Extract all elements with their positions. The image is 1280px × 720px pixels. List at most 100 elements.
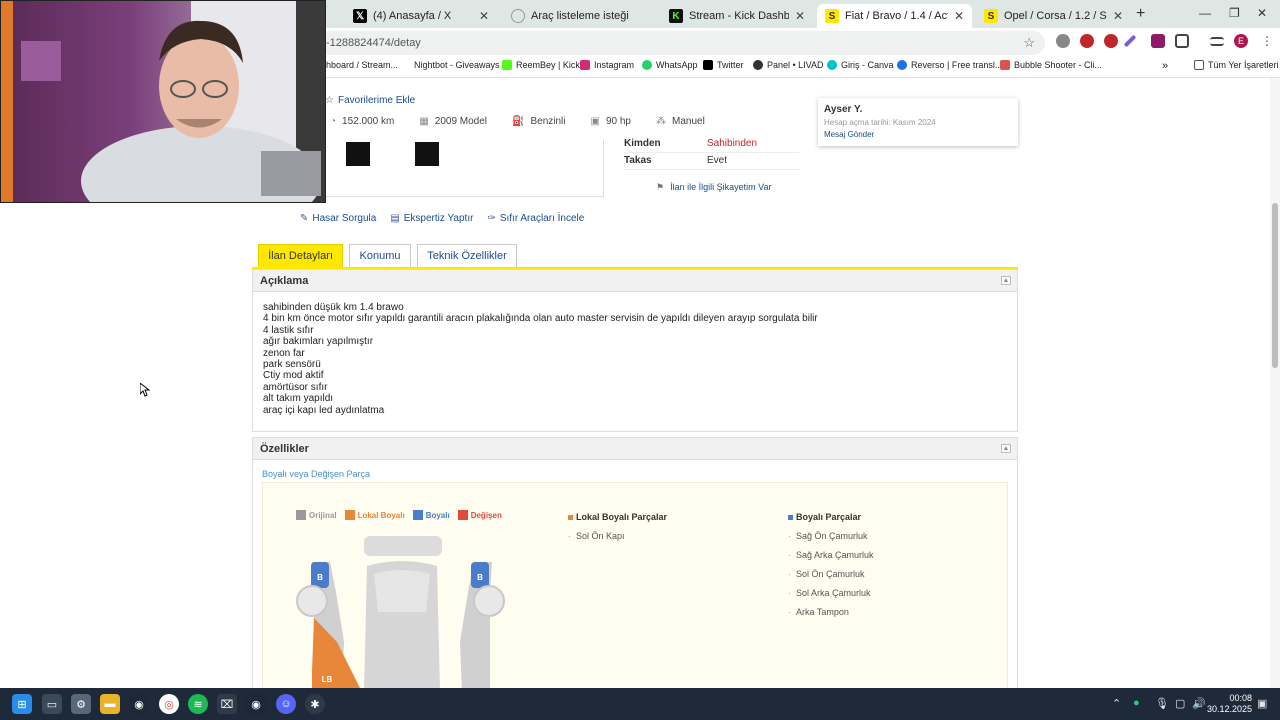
file-explorer-icon[interactable]: ▬: [100, 694, 120, 714]
bookmark-item[interactable]: ReemBey | Kick: [502, 60, 580, 70]
extension-adblock-icon[interactable]: [1080, 34, 1094, 48]
chrome-icon[interactable]: ◎: [159, 694, 179, 714]
clock[interactable]: 00:08 30.12.2025: [1207, 693, 1252, 715]
favorite-link[interactable]: ☆ Favorilerime Ekle: [325, 95, 415, 106]
extension-app-icon[interactable]: [1151, 34, 1165, 48]
info-row-trade: Takas Evet: [624, 155, 799, 170]
seller-join-date: Hesap açma tarihi: Kasım 2024: [824, 118, 936, 127]
address-bar[interactable]: -1288824474/detay ☆: [300, 31, 1045, 55]
swatch: [344, 510, 355, 520]
tab-x[interactable]: 𝕏 (4) Anasayfa / X ✕: [345, 4, 497, 28]
canva-icon: [827, 60, 837, 70]
tab-opel-corsa[interactable]: S Opel / Corsa / 1.2 / Silverline / ✕: [976, 4, 1131, 28]
close-icon[interactable]: ✕: [1113, 9, 1123, 23]
profile-avatar[interactable]: E: [1234, 34, 1248, 48]
extension-adblock2-icon[interactable]: [1104, 34, 1118, 48]
collapse-icon[interactable]: ▴: [1001, 276, 1011, 285]
scrollbar-thumb[interactable]: [1272, 203, 1278, 368]
minimize-button[interactable]: —: [1199, 6, 1211, 20]
bookmark-item[interactable]: Nightbot - Giveaways: [414, 60, 500, 70]
menu-icon[interactable]: ⋮: [1260, 34, 1274, 48]
spec-gear: ⁂ Manuel: [656, 116, 705, 127]
tab-kick-dashboard[interactable]: K Stream - Kick Dashboard ✕: [661, 4, 813, 28]
more-bookmarks-icon[interactable]: »: [1162, 60, 1168, 72]
extensions-puzzle-icon[interactable]: [1175, 34, 1189, 48]
steam2-icon[interactable]: ◉: [246, 694, 266, 714]
bookmark-item[interactable]: hboard / Stream...: [326, 60, 398, 70]
local-painted-heading: Lokal Boyalı Parçalar: [568, 512, 667, 522]
webcam-overlay: [0, 0, 326, 203]
close-icon[interactable]: ✕: [479, 9, 489, 23]
description-text: sahibinden düşük km 1.4 brawo 4 bin km ö…: [263, 302, 818, 416]
steam-icon[interactable]: ◉: [129, 694, 149, 714]
tray-chevron-icon[interactable]: ⌃: [1112, 697, 1121, 710]
settings-icon[interactable]: ⚙: [71, 694, 91, 714]
collapse-icon[interactable]: ▴: [1001, 444, 1011, 453]
bookmark-item[interactable]: Instagram: [580, 60, 634, 70]
bookmark-item[interactable]: WhatsApp: [642, 60, 698, 70]
tab-location[interactable]: Konumu: [349, 244, 411, 267]
list-item: Sol Arka Çamurluk: [788, 588, 874, 598]
send-message-link[interactable]: Mesaj Gönder: [824, 130, 1012, 139]
bookmark-item[interactable]: Giriş - Canva: [827, 60, 894, 70]
new-tab-button[interactable]: +: [1136, 5, 1145, 23]
reading-list-icon[interactable]: [1210, 37, 1224, 46]
task-view-icon[interactable]: ▭: [42, 694, 62, 714]
thumbnail[interactable]: [415, 142, 439, 166]
webcam-feed: [1, 1, 325, 202]
app-icon[interactable]: ⌧: [217, 694, 237, 714]
bookmark-item[interactable]: Twitter: [703, 60, 744, 70]
kick-logo-icon: K: [669, 9, 683, 23]
tab-technical[interactable]: Teknik Özellikler: [417, 244, 517, 267]
bookmark-item[interactable]: Panel • LIVAD: [753, 60, 824, 70]
list-item: Arka Tampon: [788, 607, 874, 617]
swatch: [568, 514, 573, 520]
close-icon[interactable]: ✕: [954, 9, 964, 23]
spec-km: ◔ 152.000 km: [330, 116, 395, 127]
info-row-from: Kimden Sahibinden: [624, 138, 799, 153]
b-label: B: [317, 573, 323, 582]
description-header: Açıklama ▴: [253, 270, 1017, 292]
network-icon[interactable]: ▢: [1175, 697, 1185, 710]
divider: [603, 140, 604, 196]
app2-icon[interactable]: ✱: [305, 694, 325, 714]
windows-start-icon[interactable]: ⊞: [12, 694, 32, 714]
bookmark-item[interactable]: Reverso | Free transl...: [897, 60, 1002, 70]
spotify-icon[interactable]: ≋: [188, 694, 208, 714]
front-bumper: [364, 536, 442, 556]
microphone-icon[interactable]: 🎙: [1155, 697, 1169, 710]
notification-icon[interactable]: ▣: [1257, 697, 1267, 710]
local-painted-list: Lokal Boyalı Parçalar Sol Ön Kapı: [568, 512, 667, 550]
bookmark-item[interactable]: Bubble Shooter - Cli...: [1000, 60, 1102, 70]
expertise-link[interactable]: ▤ Ekspertiz Yaptır: [390, 213, 473, 224]
maximize-button[interactable]: ❐: [1229, 6, 1240, 20]
thumbnail[interactable]: [346, 142, 370, 166]
all-bookmarks[interactable]: Tüm Yer İşaretleri: [1194, 60, 1279, 70]
sahibinden-logo-icon: S: [825, 9, 839, 23]
complaint-link[interactable]: ⚑ İlan ile İlgili Şikayetim Var: [656, 182, 771, 193]
painted-list: Boyalı Parçalar Sağ Ön Çamurluk Sağ Arka…: [788, 512, 874, 626]
discord-icon[interactable]: ☺: [276, 694, 296, 714]
legend-changed: Değişen: [457, 510, 502, 520]
damage-legend: Orijinal Lokal Boyalı Boyalı Değişen: [296, 510, 510, 520]
speedometer-icon: ◔: [330, 116, 337, 127]
window-close-button[interactable]: ✕: [1257, 6, 1267, 20]
engine-icon: ▣: [590, 116, 600, 127]
tab-listing-details[interactable]: İlan Detayları: [258, 244, 343, 267]
damage-query-link[interactable]: ✎ Hasar Sorgula: [300, 213, 376, 224]
new-cars-link[interactable]: ✑ Sıfır Araçları İncele: [487, 213, 584, 224]
extension-icon[interactable]: [1056, 34, 1070, 48]
close-icon[interactable]: ✕: [795, 9, 805, 23]
bookmark-star-icon[interactable]: ☆: [1023, 35, 1035, 51]
gear-icon: ⁂: [656, 116, 666, 127]
calendar-icon: ▦: [419, 116, 429, 127]
tray-status-icon[interactable]: ●: [1133, 697, 1140, 709]
page-scrollbar[interactable]: [1270, 78, 1280, 688]
right-front-wheel: [473, 585, 505, 617]
legend-original: Orijinal: [296, 510, 337, 520]
tab-arac-listeleme[interactable]: Araç listeleme isteği: [503, 4, 655, 28]
tab-fiat-bravo[interactable]: S Fiat / Bravo / 1.4 / Active / tem ✕: [817, 4, 972, 28]
painted-heading: Boyalı Parçalar: [788, 512, 874, 522]
page-icon: [511, 9, 525, 23]
volume-icon[interactable]: 🔊: [1192, 697, 1206, 710]
